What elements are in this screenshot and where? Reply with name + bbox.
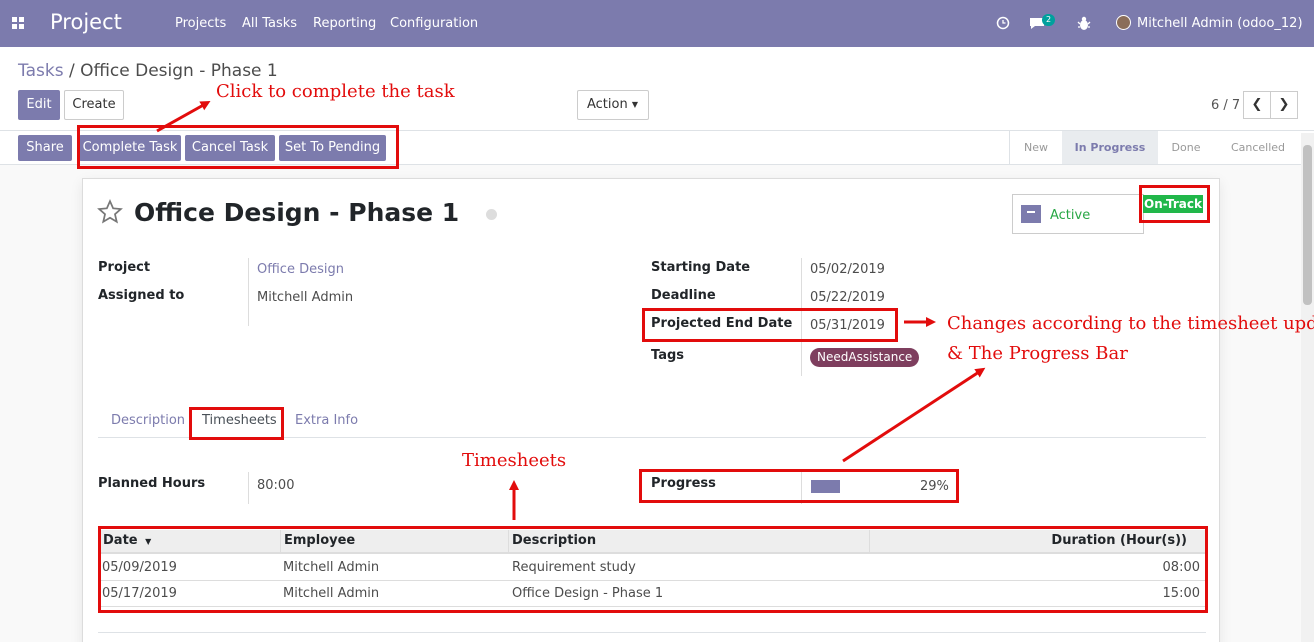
stage-in-progress[interactable]: In Progress (1062, 131, 1158, 164)
pager-next-button[interactable]: ❯ (1270, 91, 1298, 119)
pager-value: 6 / 7 (1211, 98, 1241, 113)
annotation-complete-task: Click to complete the task (216, 81, 455, 102)
annotation-box-timesheets-tab (189, 407, 284, 440)
create-button[interactable]: Create (64, 90, 124, 120)
active-label: Active (1050, 208, 1091, 223)
project-value[interactable]: Office Design (257, 262, 344, 277)
annotation-box-progress (639, 469, 959, 503)
assigned-to-label: Assigned to (98, 288, 185, 303)
chevron-left-icon: ❮ (1251, 97, 1263, 112)
project-label: Project (98, 260, 151, 275)
annotation-box-projected-end-date (642, 308, 898, 342)
caret-down-icon: ▼ (631, 100, 638, 109)
stage-cancelled[interactable]: Cancelled (1214, 131, 1302, 164)
pager-previous-button[interactable]: ❮ (1243, 91, 1271, 119)
star-icon[interactable] (97, 199, 123, 225)
annotation-timesheets: Timesheets (462, 450, 567, 471)
tags-label: Tags (651, 348, 685, 363)
tab-description[interactable]: Description (111, 413, 185, 428)
control-panel: Tasks / Office Design - Phase 1 Edit Cre… (0, 47, 1314, 131)
menu-configuration[interactable]: Configuration (390, 16, 478, 31)
menu-projects[interactable]: Projects (175, 16, 226, 31)
stage-done[interactable]: Done (1158, 131, 1214, 164)
message-count-badge: 2 (1042, 14, 1056, 26)
assigned-to-value[interactable]: Mitchell Admin (257, 290, 353, 305)
planned-hours-value[interactable]: 80:00 (257, 478, 294, 493)
planned-hours-label: Planned Hours (98, 476, 206, 491)
app-brand: Project (50, 10, 122, 34)
clock-icon[interactable] (996, 16, 1010, 30)
user-avatar[interactable] (1116, 15, 1131, 30)
apps-menu-icon[interactable] (12, 17, 24, 29)
bug-icon[interactable] (1077, 16, 1091, 31)
starting-date-label: Starting Date (651, 260, 751, 275)
deadline-value[interactable]: 05/22/2019 (810, 290, 885, 305)
page-scrollbar[interactable] (1301, 133, 1314, 642)
action-dropdown[interactable]: Action ▼ (577, 90, 649, 120)
breadcrumb-current: Office Design - Phase 1 (80, 61, 278, 81)
annotation-changes-line1: Changes according to the timesheet updat… (947, 313, 1314, 334)
annotation-changes-line2: & The Progress Bar (947, 343, 1128, 364)
chevron-right-icon: ❯ (1278, 97, 1290, 112)
user-menu[interactable]: Mitchell Admin (odoo_12) (1137, 16, 1303, 31)
annotation-box-timesheet-table (98, 526, 1208, 613)
starting-date-value[interactable]: 05/02/2019 (810, 262, 885, 277)
edit-button[interactable]: Edit (18, 90, 60, 120)
share-button[interactable]: Share (18, 135, 72, 161)
annotation-box-statusbar-buttons (77, 125, 399, 169)
stage-new[interactable]: New (1010, 131, 1062, 164)
annotation-box-on-track (1139, 185, 1210, 223)
tab-extra-info[interactable]: Extra Info (295, 413, 358, 428)
breadcrumb-tasks[interactable]: Tasks (18, 61, 64, 81)
deadline-label: Deadline (651, 288, 716, 303)
scrollbar-thumb[interactable] (1303, 145, 1312, 305)
kanban-state-icon[interactable] (486, 209, 497, 220)
archive-icon (1021, 205, 1041, 223)
breadcrumb: Tasks / Office Design - Phase 1 (18, 61, 278, 81)
active-toggle-button[interactable]: Active (1012, 194, 1144, 234)
menu-all-tasks[interactable]: All Tasks (242, 16, 297, 31)
top-navbar: Project Projects All Tasks Reporting Con… (0, 0, 1314, 47)
task-title: Office Design - Phase 1 (134, 198, 460, 227)
breadcrumb-separator: / (68, 61, 75, 81)
action-label: Action (587, 97, 628, 112)
tag-need-assistance[interactable]: NeedAssistance (810, 348, 920, 367)
menu-reporting[interactable]: Reporting (313, 16, 376, 31)
